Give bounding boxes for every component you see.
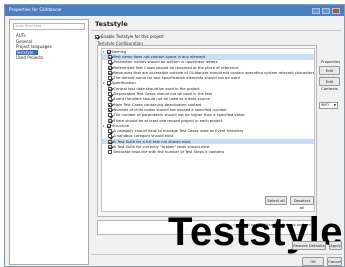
tree-row-label: Event Handlers should not be used as a d… (113, 97, 210, 102)
rule-checkbox[interactable] (106, 123, 111, 128)
select-all-button[interactable]: Select all (265, 196, 287, 205)
severity-select[interactable]: INFO ▼ (319, 102, 338, 109)
enable-teststyle-checkbox[interactable]: Enable Teststyle for this project (95, 34, 164, 39)
tree-row-label: Naming (112, 49, 127, 54)
rule-checkbox[interactable] (108, 70, 112, 75)
tree-row-label: Referenced Test Cases should be renamed … (113, 65, 239, 70)
tree-row-label: Decorate resource with the number of Tes… (113, 150, 225, 155)
apply-button[interactable]: Apply (329, 241, 342, 250)
enable-checkbox-icon[interactable] (95, 34, 99, 39)
enable-label: Enable Teststyle for this project (101, 34, 164, 39)
main-panel: Teststyle Enable Teststyle for this proj… (91, 19, 342, 266)
edit-attributes-button[interactable]: Edit Attributes (319, 66, 340, 80)
header-divider (91, 30, 342, 31)
title-bar: Properties for GUIdancer (5, 5, 344, 16)
restore-defaults-button[interactable]: Restore Defaults (292, 241, 326, 250)
rule-checkbox[interactable] (108, 97, 112, 102)
tree-rule-item[interactable]: Decorate resource with the number of Tes… (102, 150, 314, 155)
properties-label: Properties (321, 59, 341, 64)
tree-row-label: Resources that are accessible outside of… (113, 70, 315, 75)
tree-row-label: The default name for test specification … (113, 76, 240, 81)
tree-row-label: A Test Suite for a full test run should … (113, 139, 191, 144)
page-title: Teststyle (95, 20, 128, 28)
tree-row-label: Number of child nodes should not exceed … (113, 107, 227, 112)
window-controls (312, 7, 340, 14)
sidebar-item-project-languages[interactable]: Project languages (16, 44, 88, 50)
chevron-down-icon: ▼ (333, 103, 336, 107)
minimize-icon[interactable] (312, 7, 320, 14)
rule-checkbox[interactable] (108, 113, 112, 118)
tree-row-label: Structure (112, 123, 130, 128)
rule-checkbox[interactable] (108, 134, 112, 139)
rule-checkbox[interactable] (108, 150, 112, 155)
tree-row-label: Central test data should be used in the … (113, 86, 200, 91)
rule-checkbox[interactable] (108, 102, 112, 107)
rule-checkbox[interactable] (108, 92, 112, 97)
tree-row-label: The number of parameters should not be h… (113, 113, 245, 118)
sidebar-item-used-projects[interactable]: Used Projects (16, 55, 88, 61)
rule-checkbox[interactable] (106, 49, 111, 54)
edit-contexts-button[interactable]: Edit Contexts (319, 77, 340, 91)
tree-row-label: Specification (112, 81, 136, 86)
sidebar-nav: AUTs General Project languages Teststyle Use… (10, 33, 88, 61)
tree-rule-item[interactable]: Resources that are accessible outside of… (102, 70, 314, 75)
close-icon[interactable] (332, 7, 340, 14)
window-title: Properties for GUIdancer (9, 8, 62, 13)
tree-row-label: A sandbox category should exist (113, 134, 174, 139)
rule-checkbox[interactable] (108, 76, 112, 81)
tree-row-label: Deprecated Test Cases should not be used… (113, 92, 212, 97)
tree-row-label: There should be at least one reused proj… (113, 118, 223, 123)
expand-toggle-icon[interactable]: ▾ (102, 81, 105, 85)
rule-checkbox[interactable] (108, 54, 112, 59)
rule-checkbox[interactable] (108, 86, 112, 91)
deselect-all-button[interactable]: Deselect all (290, 196, 314, 210)
rule-checkbox[interactable] (108, 129, 112, 134)
rules-tree[interactable]: ▾ Naming Test name does not contain space … (101, 48, 315, 212)
rule-checkbox[interactable] (108, 144, 112, 149)
expand-toggle-icon[interactable]: ▾ (102, 50, 105, 54)
tree-row-label: Main Test Cases containing deactivated c… (113, 102, 202, 107)
cancel-button[interactable]: Cancel (327, 257, 342, 266)
config-group: ▾ Naming Test name does not contain space … (97, 45, 317, 217)
rule-checkbox[interactable] (108, 65, 112, 70)
expand-toggle-icon[interactable]: ▾ (102, 124, 105, 128)
properties-dialog: Properties for GUIdancer type filter tex… (4, 4, 345, 267)
rule-checkbox[interactable] (106, 81, 111, 86)
tree-row-label: Test name does not contain space in any … (113, 54, 206, 59)
sidebar: type filter text AUTs General Project lang… (9, 19, 89, 265)
tree-row-label: Parameter names should be written in upp… (113, 60, 218, 65)
tree-row-label: A Test Suite for currently "broken" test… (113, 144, 210, 149)
maximize-icon[interactable] (322, 7, 330, 14)
ok-button[interactable]: OK (302, 257, 324, 266)
severity-value: INFO (321, 103, 329, 107)
rule-checkbox[interactable] (108, 139, 112, 144)
rule-checkbox[interactable] (108, 60, 112, 65)
rule-checkbox[interactable] (108, 118, 112, 123)
rule-checkbox[interactable] (108, 107, 112, 112)
filter-input[interactable]: type filter text (13, 23, 85, 30)
footer-divider (91, 254, 342, 255)
tree-row-label: A category should exist to manage Test C… (113, 129, 244, 134)
